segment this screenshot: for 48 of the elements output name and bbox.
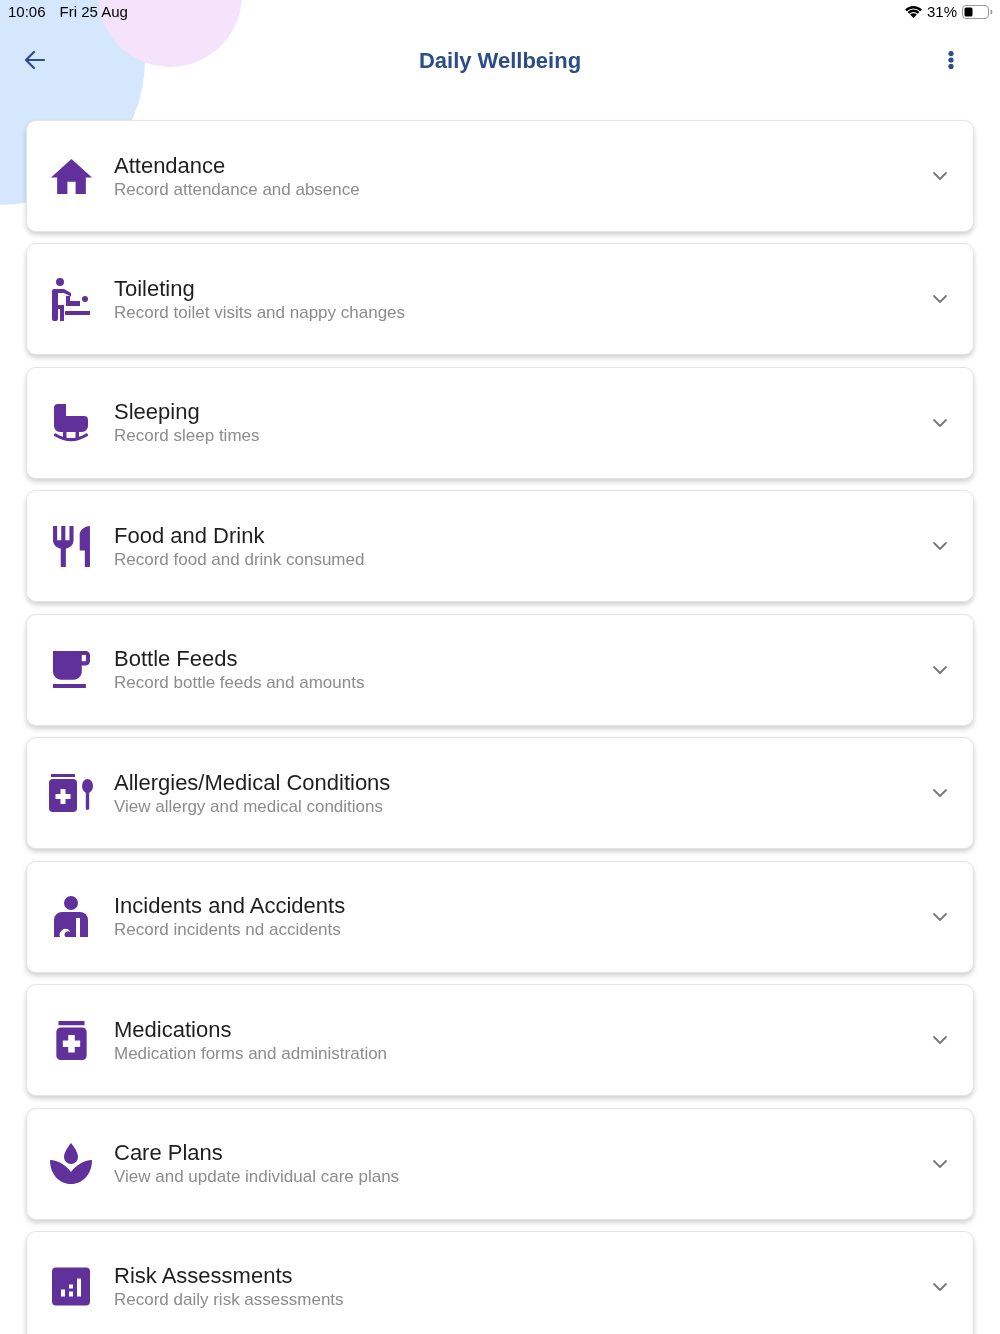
section-subtitle: View allergy and medical conditions (114, 795, 383, 818)
page-title: Daily Wellbeing (418, 46, 582, 75)
section-title: Bottle Feeds (114, 645, 238, 673)
section-card[interactable]: Sleeping Record sleep times (26, 366, 974, 479)
section-subtitle: Record bottle feeds and amounts (114, 672, 365, 695)
section-title: Risk Assessments (114, 1262, 293, 1290)
section-card[interactable]: Care Plans View and update individual care plans (26, 1107, 974, 1220)
bar-chart-icon (52, 1267, 90, 1307)
section-card[interactable]: Toileting Record toilet visits and nappy changes (26, 243, 974, 356)
lotus-icon (50, 1143, 92, 1184)
more-options-icon (948, 51, 954, 69)
medicine-jar-icon (55, 1020, 87, 1060)
section-subtitle: Medication forms and administration (114, 1042, 388, 1065)
house-icon (50, 158, 92, 194)
section-subtitle: Record incidents nd accidents (114, 919, 341, 942)
section-subtitle: Record attendance and absence (114, 178, 360, 201)
battery-icon (962, 5, 993, 19)
section-subtitle: Record toilet visits and nappy changes (114, 301, 406, 324)
battery-percentage: 31% (926, 1, 957, 22)
fork-and-knife-icon (52, 525, 90, 567)
section-title: Food and Drink (114, 521, 265, 549)
section-card[interactable]: Attendance Record attendance and absence (26, 120, 974, 232)
medicine-and-spoon-icon (49, 774, 93, 813)
status-date: Fri 25 Aug (59, 1, 128, 22)
section-card[interactable]: Bottle Feeds Record bottle feeds and amounts (26, 613, 974, 726)
arrow-left-icon (25, 51, 45, 69)
section-subtitle: View and update individual care plans (114, 1166, 400, 1188)
person-icon (54, 896, 88, 938)
status-time: 10:06 (8, 1, 46, 22)
baby-changing-icon (52, 277, 90, 321)
section-card[interactable]: Incidents and Accidents Record incidents nd accidents (26, 860, 974, 973)
section-title: Sleeping (114, 398, 200, 426)
section-title: Incidents and Accidents (114, 892, 346, 920)
wifi-icon (904, 6, 922, 18)
section-title: Medications (114, 1015, 232, 1043)
section-title: Attendance (114, 151, 226, 179)
section-card[interactable]: Medications Medication forms and administration (26, 984, 974, 1097)
section-subtitle: Record food and drink consumed (114, 548, 365, 571)
section-title: Toileting (114, 274, 195, 302)
section-card[interactable]: Allergies/Medical Conditions View allergy and medical conditions (26, 737, 974, 850)
section-title: Care Plans (114, 1139, 223, 1166)
section-subtitle: Record sleep times (114, 425, 260, 448)
section-card[interactable]: Food and Drink Record food and drink consumed (26, 490, 974, 603)
cradle-icon (54, 403, 88, 442)
cup-icon (52, 651, 90, 689)
section-subtitle: Record daily risk assessments (114, 1289, 344, 1312)
section-card[interactable]: Risk Assessments Record daily risk assessments (26, 1230, 974, 1334)
section-title: Allergies/Medical Conditions (114, 768, 391, 796)
